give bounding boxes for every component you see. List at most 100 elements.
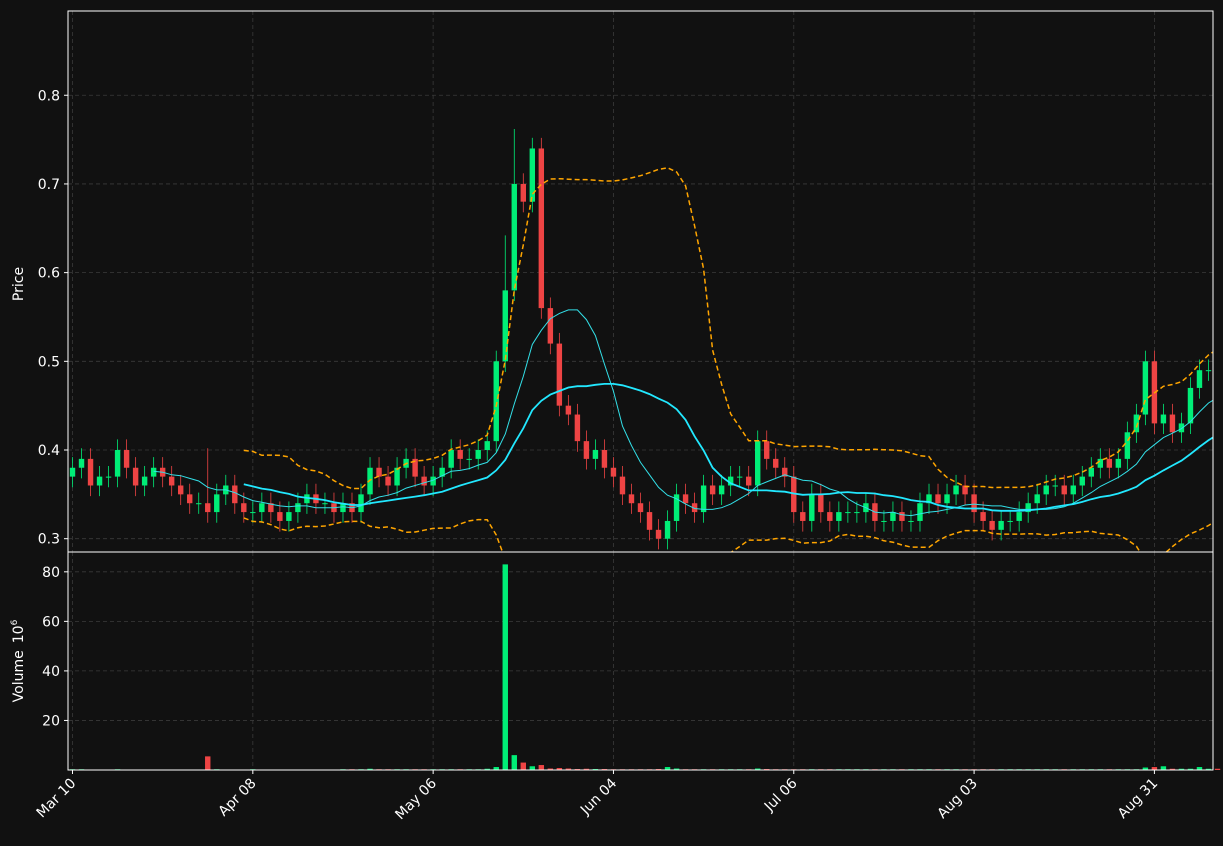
candle-body-28 [322, 503, 328, 505]
candle-body-75 [745, 476, 752, 486]
candle-body-64 [646, 512, 653, 530]
candle-body-72 [718, 485, 725, 495]
candle-body-36 [394, 467, 400, 486]
candle-body-127 [1215, 370, 1220, 379]
candle-body-19 [241, 503, 247, 513]
candle-body-15 [205, 503, 211, 513]
candle-body-13 [187, 494, 193, 504]
candle-body-122 [1169, 414, 1176, 433]
volume-bar-51 [529, 766, 536, 770]
volume-axis-label-base: 10 [11, 625, 27, 643]
xtick-label-0: Mar 10 [34, 776, 80, 822]
candle-body-52 [538, 148, 545, 309]
candle-body-57 [583, 441, 590, 459]
candle-body-91 [890, 512, 896, 521]
candle-body-74 [736, 476, 743, 478]
candle-body-111 [1070, 485, 1076, 495]
candle-body-86 [845, 512, 851, 514]
candle-body-8 [141, 476, 148, 486]
candle-body-54 [556, 343, 563, 406]
price-series [69, 128, 1220, 552]
candle-body-4 [105, 476, 112, 478]
candle-body-35 [385, 476, 391, 486]
candle-body-70 [700, 485, 707, 513]
candle-body-63 [637, 503, 644, 513]
candle-body-83 [818, 494, 824, 513]
candle-body-117 [1124, 432, 1131, 459]
candle-body-6 [123, 450, 130, 468]
candle-body-114 [1097, 458, 1104, 468]
candle-body-43 [457, 450, 463, 459]
candle-body-62 [628, 494, 635, 504]
volume-bar-121 [1160, 766, 1167, 770]
candle-body-2 [87, 458, 94, 486]
volume-grid [68, 552, 1213, 770]
xtick-label-1: Apr 08 [215, 776, 259, 820]
candle-body-1 [78, 458, 85, 468]
candle-body-100 [971, 494, 977, 513]
candle-body-76 [755, 441, 761, 486]
candle-body-98 [953, 485, 959, 495]
candle-body-87 [854, 512, 860, 514]
volume-ytick-label-0: 20 [42, 713, 60, 729]
price-ytick-label-3: 0.6 [38, 266, 60, 282]
bollinger-upper-line [243, 167, 1213, 490]
candle-body-53 [547, 308, 554, 344]
candle-body-0 [69, 467, 76, 477]
candle-body-44 [466, 458, 472, 460]
volume-axis-label-power: 6 [10, 619, 20, 625]
xtick-label-2: May 06 [392, 775, 440, 823]
candle-body-96 [935, 494, 941, 504]
candle-body-12 [177, 485, 184, 495]
candle-body-82 [809, 494, 815, 521]
candle-body-84 [827, 512, 833, 521]
candle-body-103 [998, 520, 1004, 530]
candle-body-18 [232, 485, 238, 504]
volume-series [69, 564, 1221, 771]
candlestick-chart: 0.3 0.4 0.5 0.6 0.7 0.8 20 40 60 80 Mar 10 Apr 08 Ma… [0, 0, 1223, 842]
candle-body-45 [475, 450, 481, 459]
price-ytick-label-4: 0.7 [38, 177, 60, 193]
candle-body-85 [836, 512, 842, 521]
candle-body-21 [259, 503, 265, 513]
candle-body-123 [1178, 423, 1185, 433]
candle-body-110 [1061, 485, 1067, 495]
candle-body-3 [96, 476, 103, 486]
candle-body-32 [358, 494, 364, 513]
price-ytick-label-0: 0.3 [38, 532, 60, 548]
candle-body-59 [601, 450, 608, 468]
price-ytick-label-2: 0.5 [38, 354, 60, 370]
candle-body-78 [773, 458, 779, 468]
volume-bar-52 [538, 765, 545, 770]
volume-axis-label-text: Volume [11, 650, 27, 702]
candle-body-56 [574, 414, 581, 442]
volume-axis-label: Volume 106 [10, 619, 27, 702]
candle-body-125 [1196, 370, 1203, 388]
candle-body-55 [565, 405, 572, 415]
xtick-label-5: Aug 03 [935, 776, 981, 822]
candle-body-14 [196, 503, 202, 505]
candle-body-68 [682, 494, 689, 504]
candle-body-116 [1115, 458, 1122, 468]
candle-body-16 [214, 494, 220, 513]
sma-fast-line [153, 309, 1213, 517]
volume-panel-frame [67, 551, 1214, 771]
candle-body-102 [989, 520, 995, 530]
volume-ytick-label-2: 60 [42, 614, 60, 630]
volume-ytick-label-1: 40 [42, 664, 60, 680]
candle-body-49 [511, 183, 517, 291]
candle-body-93 [908, 520, 914, 522]
candle-body-46 [484, 441, 490, 451]
price-ytick-label-5: 0.8 [38, 88, 60, 104]
candle-body-39 [421, 476, 427, 486]
price-axis-label: Price [11, 267, 27, 301]
candle-body-81 [800, 512, 806, 521]
candle-body-11 [168, 476, 175, 486]
candle-body-50 [520, 183, 526, 202]
candle-body-101 [980, 512, 986, 521]
volume-ytick-label-3: 80 [42, 565, 60, 581]
candle-body-119 [1142, 361, 1149, 415]
candle-body-112 [1079, 476, 1085, 486]
candle-body-23 [277, 512, 283, 521]
candle-body-94 [917, 503, 923, 521]
